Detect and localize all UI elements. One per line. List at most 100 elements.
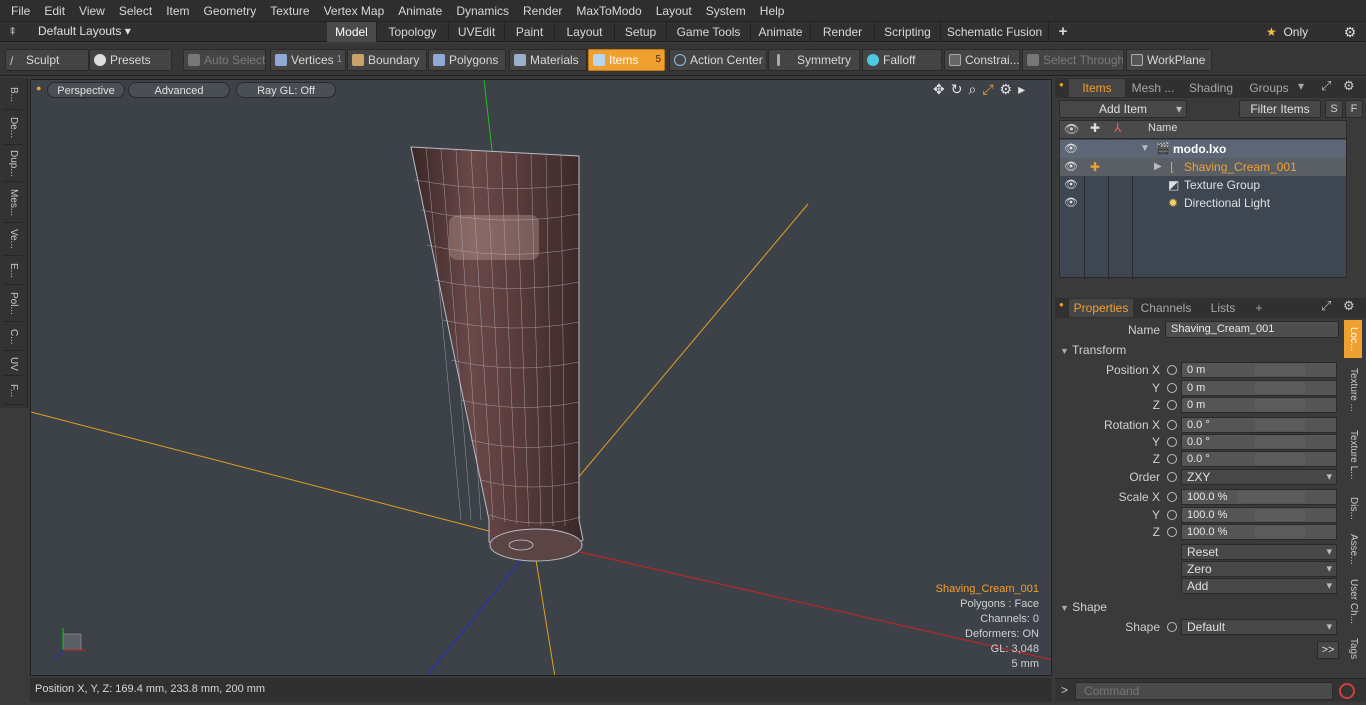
tab-setup[interactable]: Setup — [615, 22, 667, 42]
perspective-dropdown[interactable]: Perspective — [47, 82, 125, 98]
tab-channels[interactable]: Channels — [1135, 299, 1197, 317]
tool-tab-duplicate[interactable]: Dup... — [3, 146, 23, 182]
properties-expand-icon[interactable]: ⤢ — [1321, 298, 1331, 314]
tab-lists[interactable]: Lists — [1201, 299, 1245, 317]
command-input[interactable] — [1075, 682, 1333, 700]
visibility-eye-icon[interactable]: 👁 — [1064, 176, 1078, 194]
side-tab-assembly[interactable]: Asse... — [1344, 528, 1362, 570]
name-field[interactable]: Shaving_Cream_001 — [1165, 321, 1339, 338]
menu-help[interactable]: Help — [753, 0, 792, 22]
menu-geometry[interactable]: Geometry — [197, 0, 264, 22]
visibility-eye-icon[interactable]: 👁 — [1064, 194, 1078, 212]
add-item-button[interactable]: Add Item ▾ — [1059, 100, 1187, 118]
tab-game-tools[interactable]: Game Tools — [667, 22, 751, 42]
zoom-icon[interactable]: ⌕ — [968, 81, 982, 97]
tabs-overflow-chevron-icon[interactable]: ▾ — [1298, 79, 1304, 93]
falloff-button[interactable]: Falloff — [862, 49, 942, 71]
tool-tab-vertex[interactable]: Ve... — [3, 224, 23, 256]
transform-section-header[interactable]: ▼ Transform — [1060, 343, 1340, 359]
expand-triangle-icon[interactable]: ▼ — [1140, 140, 1150, 158]
panel-expand-icon[interactable]: ⤢ — [1321, 78, 1331, 94]
auto-select-button[interactable]: Auto Select — [183, 49, 266, 71]
items-button[interactable]: Items 5 — [588, 49, 665, 71]
select-through-button[interactable]: Select Through — [1022, 49, 1124, 71]
rotation-y-anim-dot[interactable] — [1167, 437, 1177, 447]
scale-x-slider[interactable] — [1237, 491, 1305, 503]
panel-menu-dot-icon[interactable]: ● — [1059, 80, 1064, 89]
side-tab-display[interactable]: Dis... — [1344, 490, 1362, 526]
visibility-eye-icon[interactable]: 👁 — [1064, 158, 1078, 176]
menu-edit[interactable]: Edit — [37, 0, 72, 22]
properties-gear-icon[interactable]: ⚙ — [1343, 298, 1355, 314]
scale-z-anim-dot[interactable] — [1167, 527, 1177, 537]
side-tab-location[interactable]: Loc... — [1344, 320, 1362, 358]
menu-system[interactable]: System — [699, 0, 753, 22]
shape-anim-dot[interactable] — [1167, 622, 1177, 632]
scale-z-slider[interactable] — [1255, 526, 1305, 538]
menu-render[interactable]: Render — [516, 0, 569, 22]
raygl-toggle[interactable]: Ray GL: Off — [236, 82, 336, 98]
shape-section-header[interactable]: ▼ Shape — [1060, 600, 1340, 616]
rotation-x-slider[interactable] — [1255, 419, 1305, 431]
workplane-button[interactable]: WorkPlane — [1126, 49, 1212, 71]
list-item-texture-group[interactable]: 👁 ◩ Texture Group — [1060, 176, 1346, 194]
only-toggle[interactable]: ★ Only — [1266, 24, 1330, 40]
tool-tab-basic[interactable]: B... — [3, 80, 23, 110]
tool-tab-curve[interactable]: C... — [3, 323, 23, 351]
position-z-anim-dot[interactable] — [1167, 400, 1177, 410]
default-layouts-dropdown[interactable]: Default Layouts ▾ — [38, 24, 131, 38]
order-dropdown[interactable]: ZXY — [1181, 469, 1337, 485]
menu-file[interactable]: File — [4, 0, 37, 22]
layout-arrow-icon[interactable]: ⇞ — [8, 25, 17, 38]
tool-tab-fusion[interactable]: F... — [3, 377, 23, 405]
tab-schematic-fusion[interactable]: Schematic Fusion — [941, 22, 1049, 42]
action-center-button[interactable]: Action Center — [669, 49, 767, 71]
position-x-slider[interactable] — [1255, 364, 1305, 376]
record-macro-icon[interactable] — [1339, 683, 1355, 699]
s-toggle-button[interactable]: S — [1325, 100, 1343, 118]
fit-icon[interactable]: ⤢ — [982, 81, 999, 97]
tab-model[interactable]: Model — [327, 22, 377, 42]
list-item-scene[interactable]: 👁 ▼ 🎬 modo.lxo — [1060, 140, 1346, 158]
tab-animate[interactable]: Animate — [751, 22, 811, 42]
constraints-button[interactable]: Constrai... — [944, 49, 1020, 71]
pan-icon[interactable]: ✥ — [933, 81, 951, 97]
materials-button[interactable]: Materials — [509, 49, 587, 71]
vertices-button[interactable]: Vertices 1 — [270, 49, 346, 71]
tab-paint[interactable]: Paint — [505, 22, 555, 42]
advanced-dropdown[interactable]: Advanced — [128, 82, 230, 98]
add-dropdown[interactable]: Add — [1181, 578, 1337, 594]
list-item-directional-light[interactable]: 👁 ✹ Directional Light — [1060, 194, 1346, 212]
scale-y-slider[interactable] — [1255, 509, 1305, 521]
boundary-button[interactable]: Boundary — [347, 49, 427, 71]
menu-vertex-map[interactable]: Vertex Map — [317, 0, 392, 22]
position-y-anim-dot[interactable] — [1167, 383, 1177, 393]
tab-shading[interactable]: Shading — [1183, 79, 1239, 97]
menu-maxtomodo[interactable]: MaxToModo — [569, 0, 648, 22]
tool-tab-deform[interactable]: De... — [3, 111, 23, 145]
tab-groups[interactable]: Groups — [1243, 79, 1295, 97]
rotation-z-anim-dot[interactable] — [1167, 454, 1177, 464]
lock-toggle-icon[interactable]: ✚ — [1090, 158, 1100, 176]
3d-viewport[interactable]: ● Perspective Advanced Ray GL: Off ✥↻⌕⤢⚙… — [30, 79, 1052, 676]
scale-x-anim-dot[interactable] — [1167, 492, 1177, 502]
viewport-gear-icon[interactable]: ⚙ — [1000, 81, 1019, 97]
side-tab-tags[interactable]: Tags — [1344, 634, 1362, 664]
more-button[interactable]: >> — [1317, 641, 1339, 659]
menu-view[interactable]: View — [72, 0, 112, 22]
menu-select[interactable]: Select — [112, 0, 159, 22]
menu-dynamics[interactable]: Dynamics — [449, 0, 516, 22]
tool-tab-edge[interactable]: E... — [3, 257, 23, 285]
collapse-triangle-icon[interactable]: ▶ — [1154, 158, 1162, 176]
side-tab-texture-locator[interactable]: Texture L... — [1344, 422, 1362, 488]
properties-menu-dot-icon[interactable]: ● — [1059, 300, 1064, 309]
tool-tab-mesh[interactable]: Mes... — [3, 183, 23, 223]
symmetry-button[interactable]: Symmetry — [768, 49, 860, 71]
tool-tab-polygon[interactable]: Pol... — [3, 286, 23, 322]
tab-items[interactable]: Items — [1069, 79, 1125, 97]
scale-y-anim-dot[interactable] — [1167, 510, 1177, 520]
list-item-shaving-cream[interactable]: 👁 ✚ ▶ ⌊ Shaving_Cream_001 — [1060, 158, 1346, 176]
menu-texture[interactable]: Texture — [263, 0, 316, 22]
menu-layout[interactable]: Layout — [649, 0, 699, 22]
tab-render[interactable]: Render — [811, 22, 875, 42]
